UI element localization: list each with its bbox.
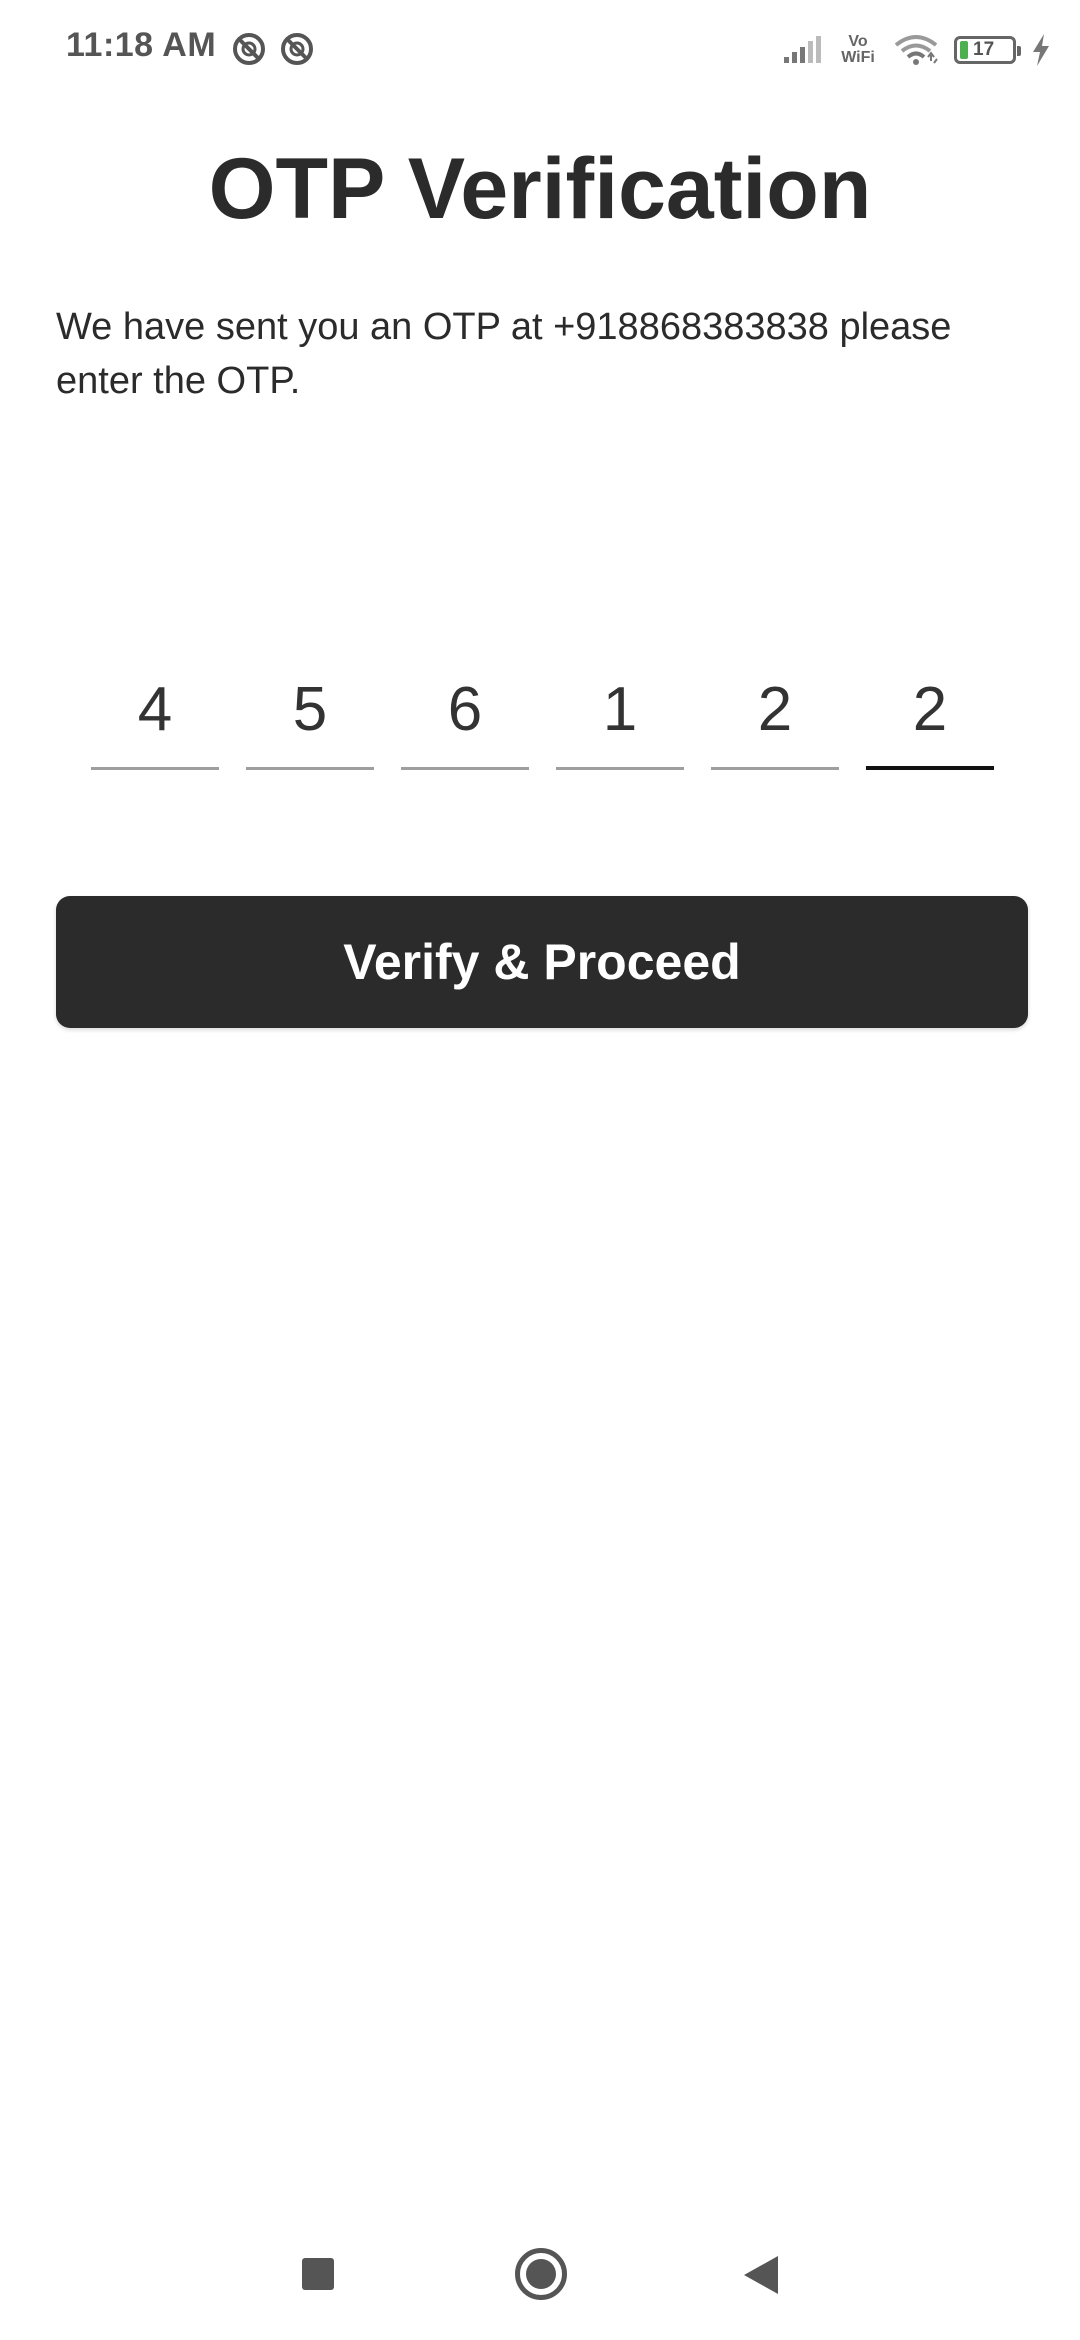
- status-bar: 11:18 AM Vo WiFi 17: [0, 0, 1080, 100]
- do-not-disturb-icon: [281, 33, 313, 65]
- otp-digit-input-4[interactable]: 1: [556, 650, 684, 770]
- battery-icon: 17: [954, 36, 1021, 64]
- charging-bolt-icon: [1033, 34, 1049, 66]
- vowifi-icon: Vo WiFi: [838, 34, 878, 66]
- recent-apps-button[interactable]: [302, 2258, 334, 2290]
- do-not-disturb-icon: [233, 33, 265, 65]
- system-navigation-bar: [0, 2220, 1080, 2340]
- status-time: 11:18 AM: [66, 26, 217, 64]
- otp-verification-screen: 11:18 AM Vo WiFi 17 OTP Verification We …: [0, 0, 1080, 2340]
- battery-level-text: 17: [973, 39, 995, 60]
- home-button[interactable]: [515, 2248, 567, 2300]
- status-notification-icons: [232, 32, 314, 66]
- otp-sent-message: We have sent you an OTP at +918868383838…: [56, 306, 952, 402]
- cellular-signal-icon: [784, 36, 821, 63]
- back-button[interactable]: [744, 2256, 778, 2294]
- status-system-icons: Vo WiFi 17: [782, 30, 1052, 70]
- otp-digit-input-3[interactable]: 6: [401, 650, 529, 770]
- otp-input-group: 4 5 6 1 2 2: [91, 650, 995, 775]
- otp-digit-input-5[interactable]: 2: [711, 650, 839, 770]
- otp-digit-input-2[interactable]: 5: [246, 650, 374, 770]
- vowifi-top-label: Vo: [848, 33, 868, 50]
- otp-digit-input-6[interactable]: 2: [866, 650, 994, 770]
- page-title: OTP Verification: [208, 141, 872, 237]
- otp-digit-input-1[interactable]: 4: [91, 650, 219, 770]
- vowifi-bottom-label: WiFi: [841, 49, 875, 66]
- wifi-icon: [894, 35, 938, 65]
- verify-proceed-button[interactable]: Verify & Proceed: [56, 896, 1028, 1028]
- battery-level-fill: [960, 41, 968, 59]
